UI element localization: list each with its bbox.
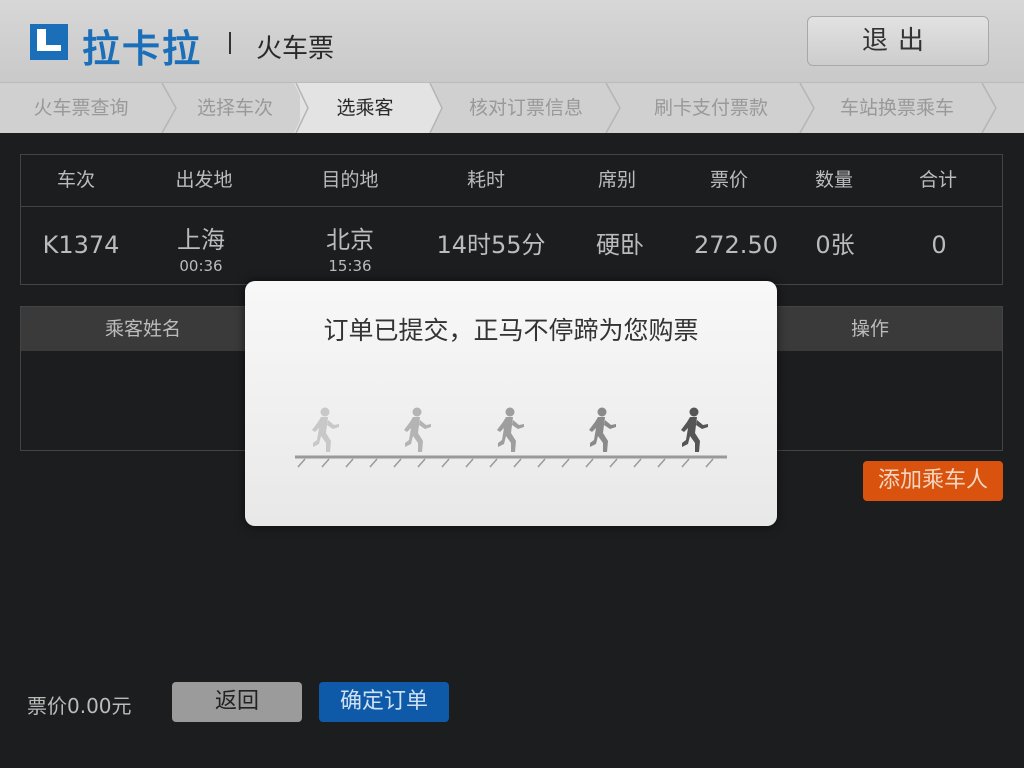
- travel-duration: 14时55分: [436, 231, 546, 259]
- train-number: K1374: [42, 231, 120, 259]
- step-select-passenger: 选乘客: [300, 83, 430, 133]
- destination-city: 北京: [326, 226, 374, 254]
- step-separator-icon: [981, 83, 997, 133]
- runner-icon: [312, 407, 339, 452]
- col-total: 合计: [918, 169, 957, 191]
- total-amount: 0: [931, 231, 947, 259]
- col-train-no: 车次: [56, 169, 95, 191]
- ticket-quantity: 0张: [815, 231, 855, 259]
- col-departure: 出发地: [175, 169, 233, 191]
- step-select-train: 选择车次: [196, 97, 273, 119]
- table-header: 车次 出发地 目的地 耗时 席别 票价 数量 合计: [21, 155, 1002, 207]
- destination-time: 15:36: [328, 257, 372, 275]
- order-submitted-dialog: 订单已提交，正马不停蹄为您购票: [245, 281, 777, 526]
- header: 拉卡拉 火车票 退出: [0, 0, 1024, 82]
- logout-button[interactable]: 退出: [807, 16, 989, 66]
- dialog-message: 订单已提交，正马不停蹄为您购票: [323, 316, 699, 345]
- brand-name: 拉卡拉: [82, 27, 203, 71]
- ground-hatch: [297, 458, 714, 468]
- train-info-table: 车次 出发地 目的地 耗时 席别 票价 数量 合计 K1374 上海 00:36…: [20, 154, 1003, 285]
- col-quantity: 数量: [814, 169, 853, 191]
- back-button[interactable]: 返回: [172, 682, 302, 722]
- departure-city: 上海: [177, 226, 225, 254]
- departure-time: 00:36: [179, 257, 223, 275]
- col-price: 票价: [709, 169, 748, 191]
- seat-class: 硬卧: [596, 231, 644, 259]
- col-passenger-name: 乘客姓名: [105, 318, 182, 340]
- header-divider: [229, 32, 231, 54]
- runner-icon: [497, 407, 524, 452]
- add-passenger-button[interactable]: 添加乘车人: [863, 461, 1003, 501]
- ticket-price: 272.50: [694, 231, 778, 259]
- step-train-query: 火车票查询: [33, 97, 129, 119]
- app-title: 火车票: [256, 34, 335, 64]
- col-destination: 目的地: [321, 169, 379, 191]
- step-progress-bar: 火车票查询 选择车次 选乘客 核对订票信息 刷卡支付票款 车站换票乘车: [0, 82, 1024, 133]
- step-verify-info: 核对订票信息: [468, 97, 583, 119]
- step-separator-icon: [799, 83, 815, 133]
- runner-icon: [681, 407, 708, 452]
- lakala-logo-icon: [30, 24, 68, 60]
- step-card-payment: 刷卡支付票款: [653, 97, 768, 119]
- destination-cell: 北京 15:36: [299, 206, 401, 285]
- runner-icon: [404, 407, 431, 452]
- step-separator-icon: [428, 83, 443, 133]
- step-separator-icon: [294, 83, 312, 133]
- runner-icon: [589, 407, 616, 452]
- col-seat: 席别: [597, 169, 636, 191]
- step-separator-icon: [605, 83, 621, 133]
- running-animation: [295, 407, 727, 468]
- price-summary: 票价0.00元: [27, 694, 132, 718]
- step-station-exchange: 车站换票乘车: [839, 97, 954, 119]
- col-duration: 耗时: [466, 169, 505, 191]
- confirm-order-button[interactable]: 确定订单: [319, 682, 449, 722]
- departure-cell: 上海 00:36: [151, 206, 251, 285]
- col-action: 操作: [851, 318, 890, 340]
